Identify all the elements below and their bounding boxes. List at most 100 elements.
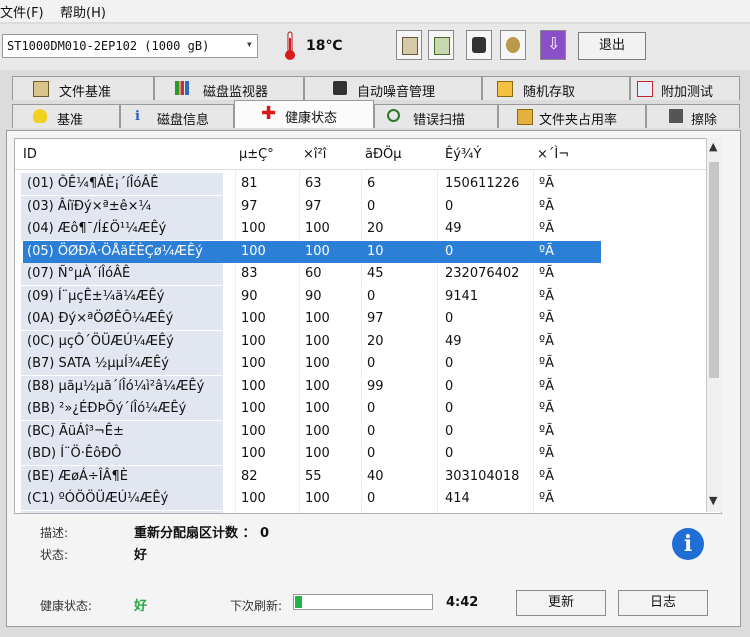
folder-icon — [517, 109, 533, 125]
copy-info-button[interactable] — [396, 30, 422, 60]
scroll-down-icon[interactable]: ▼ — [709, 494, 717, 507]
table-row[interactable]: (C1) ºÓÖÖÜÆÚ¼ÆÊý 100 100 0 414 ºÃ — [15, 488, 721, 510]
table-header: ID µ±Ç° ×î²î ãÐÖµ Êý¾Ý ×´Ì¬ — [15, 139, 721, 170]
cell-threshold: 10 — [367, 243, 384, 259]
info-icon[interactable]: i — [672, 528, 704, 560]
table-row[interactable]: (B8) µãµ½µã´íÎó¼ì²â¼ÆÊý 100 100 99 0 ºÃ — [15, 375, 721, 398]
download-icon: ⇩ — [547, 34, 561, 53]
scroll-up-icon[interactable]: ▲ — [709, 140, 717, 153]
header-status[interactable]: ×´Ì¬ — [537, 147, 569, 162]
cell-threshold: 0 — [367, 198, 376, 214]
cell-status: ºÃ — [539, 378, 555, 394]
cell-worst: 100 — [305, 423, 330, 439]
tab-noise-management[interactable]: 自动噪音管理 — [304, 76, 482, 100]
cell-id: (0C) µçÔ´ÖÜÆÚ¼ÆÊý — [27, 333, 174, 349]
cell-status: ºÃ — [539, 356, 555, 371]
cell-data: 303104018 — [445, 468, 520, 484]
tab-folder-usage[interactable]: 文件夹占用率 — [498, 104, 646, 128]
cell-id: (C2) ÎÂ¶È — [27, 514, 88, 515]
table-row[interactable]: (03) ÂíïÐý×ª±ê×¼ 97 97 0 0 ºÃ — [15, 195, 721, 218]
header-data[interactable]: Êý¾Ý — [445, 147, 481, 162]
copy-all-button[interactable] — [428, 30, 454, 60]
table-row[interactable]: (BC) ÃüÁî³¬Ê± 100 100 0 0 ºÃ — [15, 420, 721, 443]
tab-health-status[interactable]: ✚ 健康状态 — [234, 100, 374, 128]
thermometer-icon — [285, 31, 295, 60]
cell-current: 100 — [241, 311, 266, 326]
scroll-thumb[interactable] — [709, 162, 719, 378]
table-row[interactable]: (01) Ô­Ê¼¶ÁÈ¡´íÎóÂÊ 81 63 6 150611226 ºÃ — [15, 173, 721, 195]
cell-current: 90 — [241, 288, 258, 304]
exit-button[interactable]: 退出 — [578, 32, 646, 60]
cell-worst: 100 — [305, 311, 330, 326]
cell-threshold: 45 — [367, 266, 384, 281]
cell-current: 100 — [241, 378, 266, 394]
cell-id: (BD) Í¨Ö·ÊôÐÔ — [27, 446, 122, 461]
table-row[interactable]: (BE) ÆøÁ÷ÎÂ¶È 82 55 40 303104018 ºÃ — [15, 465, 721, 488]
table-row[interactable]: (C2) ÎÂ¶È 18 17 0 73014444... ºÃ — [15, 510, 721, 515]
cell-status: ºÃ — [539, 288, 555, 304]
cell-worst: 100 — [305, 446, 330, 461]
cell-threshold: 6 — [367, 176, 376, 191]
menu-help[interactable]: 帮助(H) — [60, 2, 106, 21]
refresh-progress-fill — [295, 596, 302, 608]
tab-random-access[interactable]: 随机存取 — [482, 76, 630, 100]
save-button[interactable]: ⇩ — [540, 30, 566, 60]
cell-current: 100 — [241, 491, 266, 506]
drive-select[interactable]: ST1000DM010-2EP102 (1000 gB) ▾ — [2, 34, 258, 58]
table-row[interactable]: (0A) Ðý×ªÖØÊÔ¼ÆÊý 100 100 97 0 ºÃ — [15, 308, 721, 330]
cell-status: ºÃ — [539, 243, 555, 259]
cell-data: 0 — [445, 243, 454, 259]
cell-id: (04) Æô¶¯/Í£Ö¹¼ÆÊý — [27, 221, 167, 236]
log-button[interactable]: 日志 — [618, 590, 708, 616]
speaker-icon — [333, 81, 347, 95]
cell-status: ºÃ — [539, 333, 555, 349]
table-row[interactable]: (09) Í¨µçÊ±¼ä¼ÆÊý 90 90 0 9141 ºÃ — [15, 285, 721, 308]
tab-disk-monitor[interactable]: 磁盘监视器 — [154, 76, 304, 100]
tab-extra-tests[interactable]: 附加测试 — [630, 76, 740, 100]
update-button[interactable]: 更新 — [516, 590, 606, 616]
cell-current: 100 — [241, 243, 266, 259]
table-row[interactable]: (07) Ñ°µÀ´íÎóÂÊ 83 60 45 232076402 ºÃ — [15, 263, 721, 285]
tab-erase[interactable]: 擦除 — [646, 104, 740, 128]
cell-status: ºÃ — [539, 266, 555, 281]
table-row[interactable]: (05) ÖØÐÂ·ÖÅäÉÈÇø¼ÆÊý 100 100 10 0 ºÃ — [15, 240, 721, 263]
cell-id: (BB) ²»¿ÉÐÞÕý´íÎó¼ÆÊý — [27, 401, 187, 416]
smart-table[interactable]: ID µ±Ç° ×î²î ãÐÖµ Êý¾Ý ×´Ì¬ (01) Ô­Ê¼¶ÁÈ… — [14, 138, 722, 514]
camera-icon — [472, 37, 486, 53]
table-row[interactable]: (04) Æô¶¯/Í£Ö¹¼ÆÊý 100 100 20 49 ºÃ — [15, 218, 721, 240]
options-button[interactable] — [500, 30, 526, 60]
cell-status: ºÃ — [539, 468, 555, 484]
table-row[interactable]: (BB) ²»¿ÉÐÞÕý´íÎó¼ÆÊý 100 100 0 0 ºÃ — [15, 398, 721, 420]
cell-current: 100 — [241, 221, 266, 236]
table-row[interactable]: (B7) SATA ½µµÍ¾ÆÊý 100 100 0 0 ºÃ — [15, 353, 721, 375]
magnifier-icon — [387, 109, 400, 122]
tab-file-benchmark[interactable]: 文件基准 — [12, 76, 154, 100]
header-current[interactable]: µ±Ç° — [239, 147, 274, 162]
cell-current: 100 — [241, 356, 266, 371]
window-icon — [637, 81, 653, 97]
cell-data: 0 — [445, 401, 454, 416]
tab-benchmark[interactable]: 基准 — [12, 104, 120, 128]
menu-file[interactable]: 文件(F) — [0, 2, 44, 21]
toolbar: ST1000DM010-2EP102 (1000 gB) ▾ 18℃ ⇩ 退出 — [0, 24, 750, 70]
cell-status: ºÃ — [539, 176, 555, 191]
header-worst[interactable]: ×î²î — [303, 147, 326, 162]
cell-current: 97 — [241, 198, 258, 214]
table-row[interactable]: (BD) Í¨Ö·ÊôÐÔ 100 100 0 0 ºÃ — [15, 443, 721, 465]
cell-current: 82 — [241, 468, 258, 484]
tab-error-scan[interactable]: 错误扫描 — [374, 104, 498, 128]
tab-disk-info[interactable]: i 磁盘信息 — [120, 104, 234, 128]
cell-threshold: 99 — [367, 378, 384, 394]
screenshot-button[interactable] — [466, 30, 492, 60]
table-row[interactable]: (0C) µçÔ´ÖÜÆÚ¼ÆÊý 100 100 20 49 ºÃ — [15, 330, 721, 353]
cell-status: ºÃ — [539, 198, 555, 214]
header-threshold[interactable]: ãÐÖµ — [365, 147, 402, 162]
cell-worst: 100 — [305, 243, 330, 259]
cell-worst: 17 — [305, 514, 322, 515]
cell-threshold: 0 — [367, 446, 376, 461]
red-cross-icon: ✚ — [261, 103, 277, 124]
header-id[interactable]: ID — [23, 147, 37, 162]
cell-worst: 55 — [305, 468, 322, 484]
cell-worst: 100 — [305, 221, 330, 236]
table-scrollbar[interactable]: ▲ ▼ — [706, 138, 722, 512]
